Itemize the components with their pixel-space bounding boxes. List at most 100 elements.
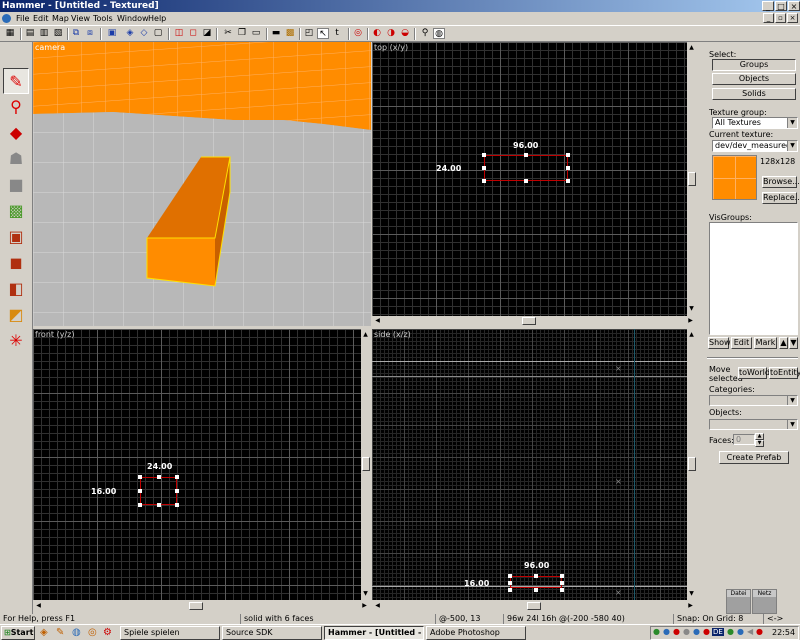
minimize-button[interactable]: _ (762, 1, 774, 11)
quicklaunch-icon[interactable]: ◍ (72, 627, 81, 638)
flat-shaded-icon[interactable]: ▩ (284, 28, 296, 39)
create-prefab-button[interactable]: Create Prefab (719, 451, 789, 464)
chevron-down-icon[interactable]: ▼ (787, 141, 797, 151)
resize-handle[interactable] (138, 489, 142, 493)
scroll-up-icon[interactable]: ▲ (687, 43, 696, 52)
apply-texture-tool-icon[interactable]: ▣ (3, 224, 29, 250)
resize-handle[interactable] (534, 588, 538, 592)
hide-icon[interactable]: ▣ (106, 28, 118, 39)
vertex-tool-icon[interactable]: ✳ (3, 328, 29, 354)
faces-up-icon[interactable]: ▲ (755, 433, 764, 440)
select-faces-icon[interactable]: ◫ (173, 28, 185, 39)
block-tool-icon[interactable]: ■ (3, 172, 29, 198)
to-entity-button[interactable]: toEntity (769, 367, 800, 379)
pointer-mode-icon[interactable]: ↖ (317, 28, 329, 39)
top-viewport[interactable]: top (x/y) 96.00 24.00 (372, 42, 697, 326)
vertical-splitter[interactable] (371, 42, 372, 612)
resize-handle[interactable] (175, 503, 179, 507)
solids-button[interactable]: Solids (712, 88, 796, 100)
mark-button[interactable]: Mark (754, 337, 777, 349)
help-globe-icon[interactable]: ◍ (433, 28, 445, 39)
visgroups-list[interactable] (709, 222, 798, 335)
text-mode-icon[interactable]: t (331, 28, 343, 39)
resize-handle[interactable] (175, 489, 179, 493)
decal-tool-icon[interactable]: ◼ (3, 250, 29, 276)
resize-handle[interactable] (175, 475, 179, 479)
resize-handle[interactable] (560, 574, 564, 578)
task-spiele[interactable]: Spiele spielen (120, 626, 220, 640)
wireframe-icon[interactable]: ▬ (270, 28, 282, 39)
scroll-thumb[interactable] (688, 172, 696, 186)
scroll-down-icon[interactable]: ▼ (361, 589, 370, 598)
network-tab[interactable]: Netz (752, 589, 777, 614)
tray-icon[interactable]: ● (653, 627, 660, 636)
check-problems-icon[interactable]: ◒ (399, 28, 411, 39)
close-button[interactable]: × (788, 1, 800, 11)
chevron-down-icon[interactable]: ▼ (787, 420, 797, 429)
task-hammer[interactable]: Hammer - [Untitled - ... (324, 626, 424, 640)
magnify-tool-icon[interactable]: ⚲ (3, 94, 29, 120)
objects-select[interactable]: ▼ (709, 419, 798, 430)
paste-icon[interactable]: ▭ (250, 28, 262, 39)
resize-handle[interactable] (566, 153, 570, 157)
scroll-up-icon[interactable]: ▲ (361, 330, 370, 339)
selection-mode-icon[interactable]: ◰ (303, 28, 315, 39)
quicklaunch-icon[interactable]: ◎ (88, 627, 97, 638)
tray-icon[interactable]: ● (703, 627, 710, 636)
menu-window[interactable]: Window (117, 12, 149, 25)
menu-tools[interactable]: Tools (93, 12, 113, 25)
tray-icon[interactable]: ● (737, 627, 744, 636)
resize-handle[interactable] (524, 179, 528, 183)
to-world-button[interactable]: toWorld (738, 367, 770, 379)
grid-larger-icon[interactable]: ▥ (38, 28, 50, 39)
side-vscrollbar[interactable]: ▲ ▼ (687, 329, 697, 600)
quicklaunch-icon[interactable]: ◈ (40, 627, 48, 638)
tray-icon[interactable]: ● (683, 627, 690, 636)
front-selection-box[interactable] (140, 477, 177, 505)
scroll-left-icon[interactable]: ◀ (34, 601, 43, 610)
categories-select[interactable]: ▼ (709, 395, 798, 406)
chevron-down-icon[interactable]: ▼ (787, 118, 797, 128)
entity-icon[interactable]: ⚲ (419, 28, 431, 39)
grid-toggle-icon[interactable]: ▦ (4, 28, 16, 39)
groups-button[interactable]: Groups (712, 59, 796, 71)
resize-handle[interactable] (560, 581, 564, 585)
move-down-icon[interactable]: ▼ (789, 337, 798, 349)
resize-handle[interactable] (508, 574, 512, 578)
app-globe-icon[interactable] (2, 14, 11, 23)
overlay-tool-icon[interactable]: ◧ (3, 276, 29, 302)
texture-group-select[interactable]: All Textures ▼ (712, 117, 798, 129)
resize-handle[interactable] (534, 574, 538, 578)
doc-restore-button[interactable]: ▫ (775, 13, 786, 23)
side-viewport[interactable]: × × × side (x/z) 96.00 16.00 (372, 329, 697, 612)
resize-handle[interactable] (138, 475, 142, 479)
resize-handle[interactable] (508, 581, 512, 585)
grid-smaller-icon[interactable]: ▤ (24, 28, 36, 39)
front-viewport[interactable]: front (y/z) 24.00 16.00 (33, 329, 371, 612)
chevron-down-icon[interactable]: ▼ (787, 396, 797, 405)
task-source-sdk[interactable]: Source SDK (222, 626, 322, 640)
resize-handle[interactable] (157, 475, 161, 479)
resize-handle[interactable] (157, 503, 161, 507)
top-selection-box[interactable] (484, 155, 568, 181)
current-texture-select[interactable]: dev/dev_measuregene ▼ (712, 140, 798, 152)
scroll-right-icon[interactable]: ▶ (686, 601, 695, 610)
pointer-tool-icon[interactable]: ✎ (3, 68, 29, 94)
faces-input[interactable]: 0 (733, 434, 755, 445)
group-icon[interactable]: ⧉ (70, 28, 82, 39)
file-tab[interactable]: Datei (726, 589, 751, 614)
scroll-left-icon[interactable]: ◀ (373, 601, 382, 610)
menu-file[interactable]: File (16, 12, 29, 25)
doc-minimize-button[interactable]: _ (763, 13, 774, 23)
replace-button[interactable]: Replace... (762, 192, 800, 204)
scroll-thumb[interactable] (189, 602, 203, 610)
run-map-icon[interactable]: ◐ (371, 28, 383, 39)
camera-viewport[interactable]: camera (33, 42, 371, 326)
task-photoshop[interactable]: Adobe Photoshop (426, 626, 526, 640)
scroll-thumb[interactable] (522, 317, 536, 325)
scroll-thumb[interactable] (527, 602, 541, 610)
tray-icon[interactable]: ● (727, 627, 734, 636)
select-all-icon[interactable]: ◻ (187, 28, 199, 39)
menu-edit[interactable]: Edit (33, 12, 49, 25)
grid-3d-icon[interactable]: ▧ (52, 28, 64, 39)
